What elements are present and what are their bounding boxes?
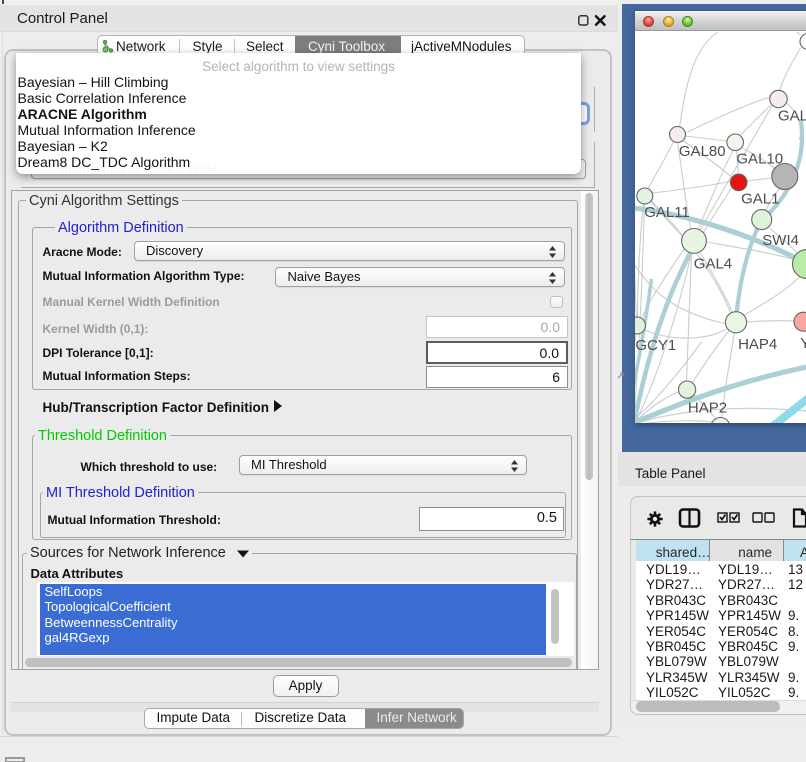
svg-text:GAL4: GAL4 xyxy=(693,255,731,272)
svg-text:HAP2: HAP2 xyxy=(687,399,726,416)
svg-text:GAL10: GAL10 xyxy=(736,150,783,167)
svg-text:GCY1: GCY1 xyxy=(635,337,676,354)
svg-text:GAL80: GAL80 xyxy=(678,143,725,160)
svg-text:YEL0: YEL0 xyxy=(800,335,806,352)
svg-text:SWI4: SWI4 xyxy=(762,232,799,249)
svg-text:GAL11: GAL11 xyxy=(644,204,690,221)
svg-text:GAL2: GAL2 xyxy=(778,107,806,124)
svg-text:GAL1: GAL1 xyxy=(741,190,779,207)
svg-text:HAP4: HAP4 xyxy=(738,336,777,353)
